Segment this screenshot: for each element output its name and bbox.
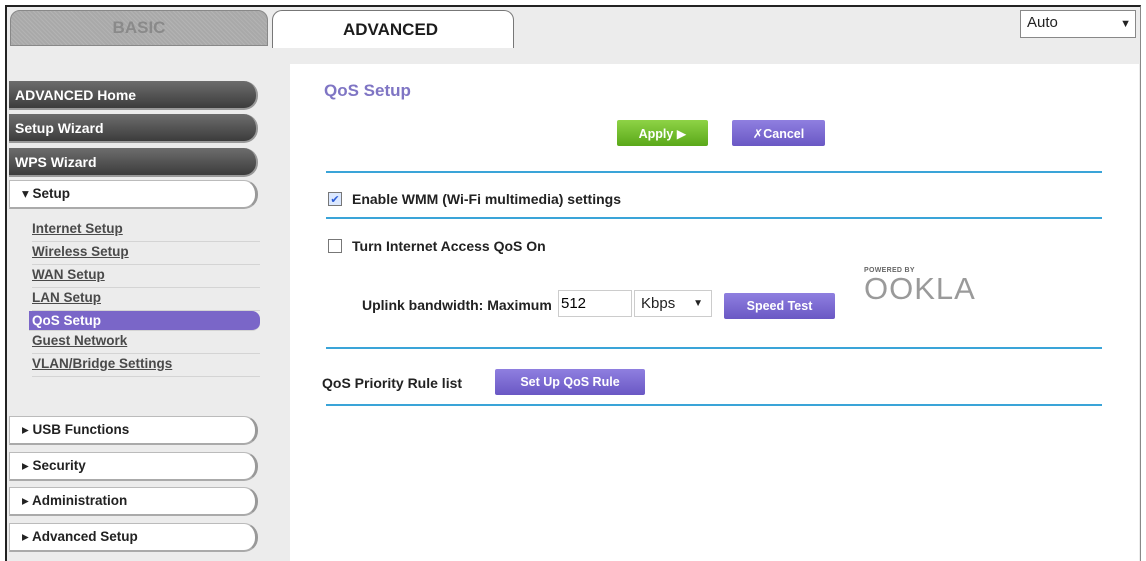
internet-qos-label: Turn Internet Access QoS On	[352, 238, 546, 254]
sidebar-link-qos-setup[interactable]: QoS Setup	[29, 311, 260, 331]
wmm-row: ✔ Enable WMM (Wi-Fi multimedia) settings	[328, 191, 621, 207]
sidebar-link-wan-setup[interactable]: WAN Setup	[32, 265, 260, 288]
tab-basic[interactable]: BASIC	[10, 10, 268, 46]
cancel-button[interactable]: ✗Cancel	[732, 120, 825, 146]
ookla-brand: OOKLA	[864, 271, 976, 306]
internet-qos-row: Turn Internet Access QoS On	[328, 238, 546, 254]
sidebar-section-usb-functions[interactable]: ▸ USB Functions	[9, 416, 258, 445]
divider	[326, 171, 1102, 173]
divider	[326, 347, 1102, 349]
divider	[326, 404, 1102, 406]
bandwidth-unit-value: Kbps	[641, 295, 676, 312]
uplink-bandwidth-input[interactable]	[558, 290, 632, 317]
sidebar-item-wps-wizard[interactable]: WPS Wizard	[9, 148, 258, 177]
sidebar-item-setup-wizard[interactable]: Setup Wizard	[9, 114, 258, 143]
sidebar-section-security[interactable]: ▸ Security	[9, 452, 258, 481]
bandwidth-unit-select[interactable]: Kbps ▼	[634, 290, 712, 317]
wmm-label: Enable WMM (Wi-Fi multimedia) settings	[352, 191, 621, 207]
sidebar-section-advanced-setup[interactable]: ▸ Advanced Setup	[9, 523, 258, 552]
ookla-logo: POWERED BY OOKLA	[864, 267, 976, 304]
sidebar-link-guest-network[interactable]: Guest Network	[32, 331, 260, 354]
tab-advanced[interactable]: ADVANCED	[272, 10, 514, 48]
qos-rule-list-label: QoS Priority Rule list	[322, 375, 463, 391]
sidebar-link-lan-setup[interactable]: LAN Setup	[32, 288, 260, 311]
sidebar-link-wireless-setup[interactable]: Wireless Setup	[32, 242, 260, 265]
main-panel: QoS Setup Apply ▶ ✗Cancel ✔ Enable WMM (…	[290, 64, 1139, 561]
setup-qos-rule-button[interactable]: Set Up QoS Rule	[495, 369, 645, 395]
setup-sublinks: Internet Setup Wireless Setup WAN Setup …	[29, 219, 260, 377]
chevron-down-icon: ▼	[1120, 18, 1131, 30]
page-title: QoS Setup	[324, 81, 411, 100]
sidebar-section-setup[interactable]: ▾ Setup	[9, 180, 258, 209]
language-select[interactable]: Auto ▼	[1020, 10, 1136, 38]
sidebar-link-vlan-bridge[interactable]: VLAN/Bridge Settings	[32, 354, 260, 377]
divider	[326, 217, 1102, 219]
router-admin-frame: BASIC ADVANCED Auto ▼ ADVANCED Home Setu…	[5, 5, 1141, 561]
sidebar-item-advanced-home[interactable]: ADVANCED Home	[9, 81, 258, 110]
wmm-checkbox[interactable]: ✔	[328, 192, 342, 206]
internet-qos-checkbox[interactable]	[328, 239, 342, 253]
language-select-value: Auto	[1027, 14, 1058, 31]
uplink-label: Uplink bandwidth: Maximum	[362, 297, 552, 313]
apply-button[interactable]: Apply ▶	[617, 120, 708, 146]
speed-test-button[interactable]: Speed Test	[724, 293, 835, 319]
chevron-down-icon: ▼	[693, 298, 703, 309]
sidebar-section-administration[interactable]: ▸ Administration	[9, 487, 258, 516]
sidebar-link-internet-setup[interactable]: Internet Setup	[32, 219, 260, 242]
